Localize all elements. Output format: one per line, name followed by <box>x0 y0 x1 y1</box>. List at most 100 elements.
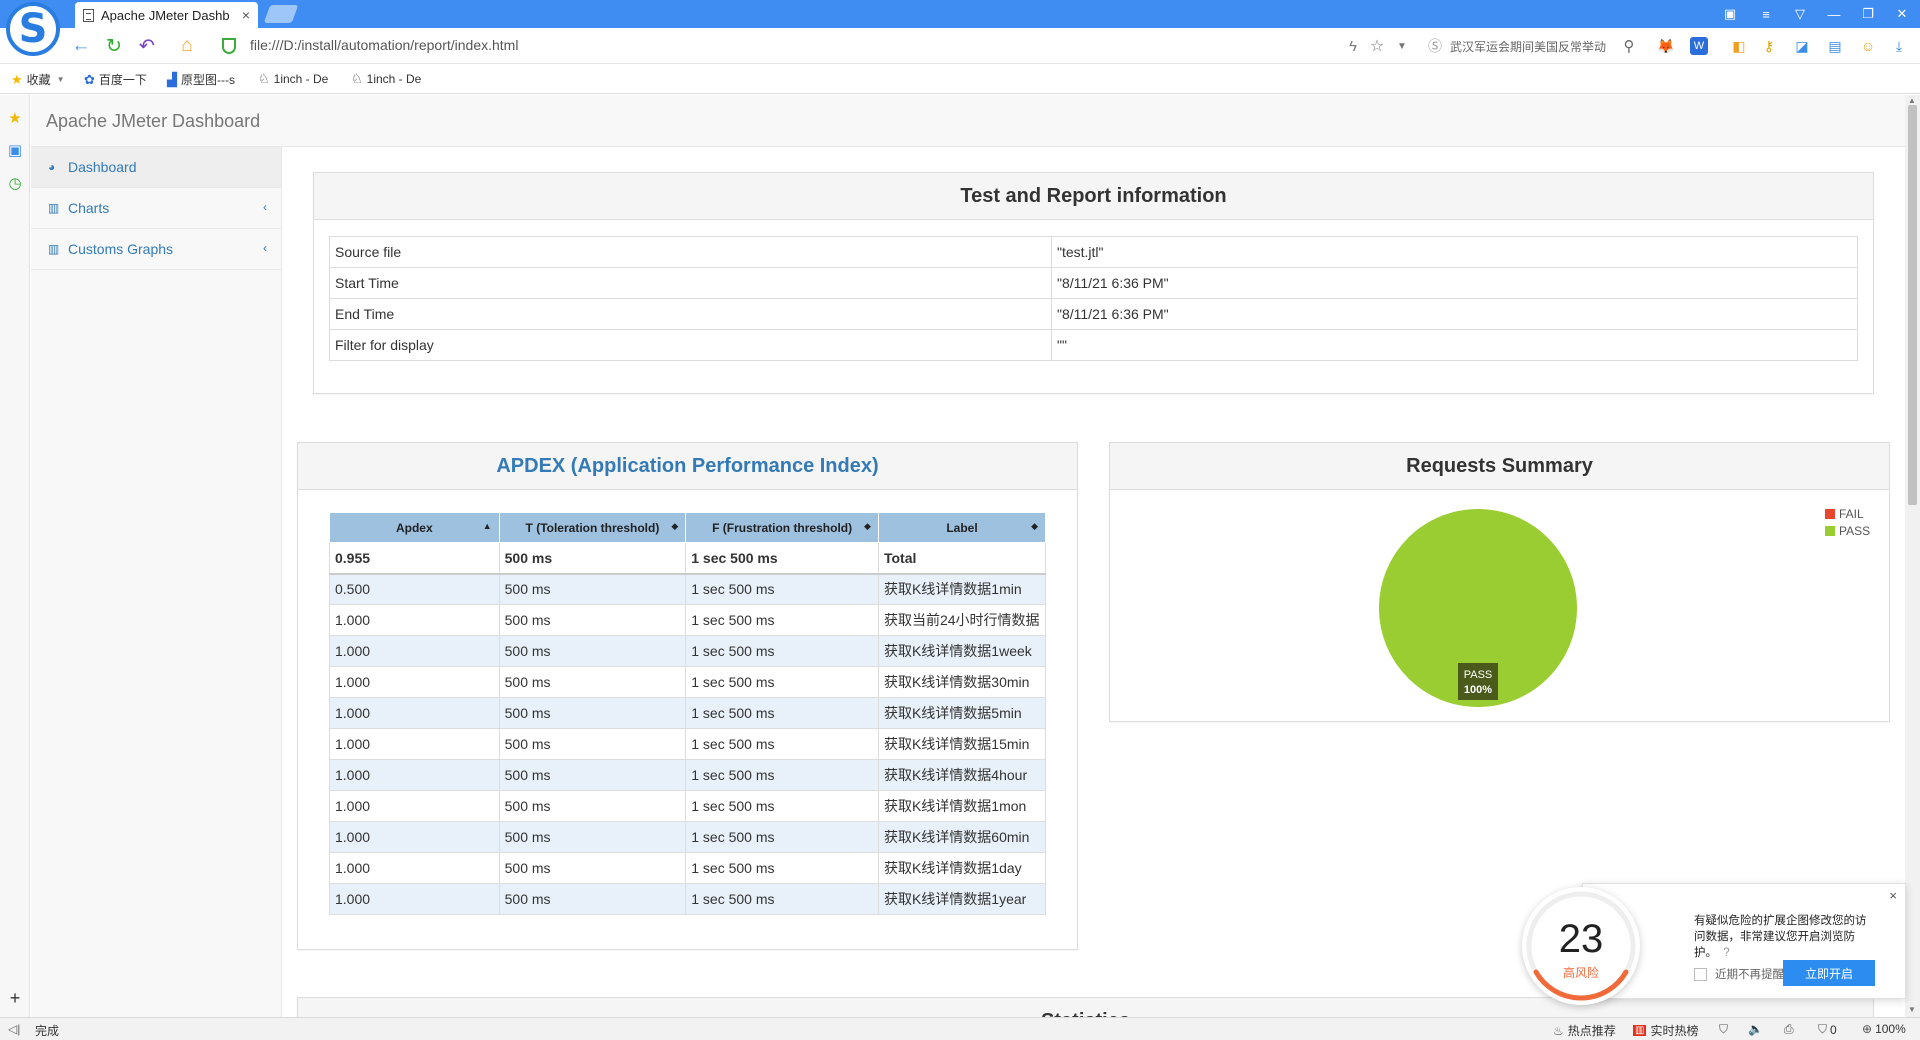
minimize-button[interactable]: — <box>1822 4 1846 24</box>
zoom-control[interactable]: ⊕ 100% <box>1862 1022 1906 1036</box>
scroll-down-icon[interactable]: ▼ <box>1908 1005 1916 1014</box>
toleration-value: 500 ms <box>499 604 687 636</box>
page-brand[interactable]: Apache JMeter Dashboard <box>46 111 260 132</box>
browser-logo[interactable]: S <box>6 2 60 56</box>
sidebar-item-charts[interactable]: ▥ Charts ‹ <box>31 188 281 229</box>
report-value: "test.jtl" <box>1051 236 1858 268</box>
frustration-column-header[interactable]: F (Frustration threshold) ◆ <box>685 512 879 543</box>
realtime-hot[interactable]: ▥ 实时热榜 <box>1633 1022 1698 1039</box>
frustration-value: 1 sec 500 ms <box>685 635 879 667</box>
reading-list-icon[interactable]: ▣ <box>7 142 23 159</box>
restore-button[interactable]: ❐ <box>1856 4 1880 24</box>
shield-status-icon[interactable]: ⛉ <box>1719 1022 1728 1037</box>
table-row: 1.000 500 ms 1 sec 500 ms 获取K线详情数据15min <box>329 728 1047 760</box>
dropdown-icon[interactable]: ▼ <box>1391 35 1413 57</box>
download-icon[interactable]: ⤓ <box>1890 37 1908 55</box>
zoom-level: 100% <box>1875 1022 1906 1036</box>
prototype-icon: ▟ <box>167 71 177 87</box>
sort-icon[interactable]: ◆ <box>671 521 678 532</box>
legend-label-fail[interactable]: FAIL <box>1839 507 1864 521</box>
screenshot-icon[interactable]: ▤ <box>1826 37 1844 55</box>
extension-icon[interactable]: ◧ <box>1730 37 1748 55</box>
scrollbar-thumb[interactable] <box>1908 105 1917 505</box>
bookmark-favorites[interactable]: ★ 收藏 ▼ <box>11 71 65 88</box>
add-icon[interactable]: + <box>7 988 23 1008</box>
sidebar-item-customs-graphs[interactable]: ▥ Customs Graphs ‹ <box>31 229 281 270</box>
table-row: 1.000 500 ms 1 sec 500 ms 获取K线详情数据1mon <box>329 790 1047 822</box>
tab-close-icon[interactable]: × <box>242 7 250 23</box>
sidebar-collapse-icon[interactable]: ◁| <box>8 1022 20 1036</box>
test-report-panel: Test and Report information Source file "… <box>313 172 1874 394</box>
chevron-left-icon: ‹ <box>263 200 267 214</box>
bookmark-1inch-2[interactable]: ♘ 1inch - De <box>351 71 421 87</box>
apdex-value: 1.000 <box>329 666 500 698</box>
frustration-value: 1 sec 500 ms <box>685 573 879 605</box>
help-icon[interactable]: ? <box>1723 947 1729 959</box>
back-icon[interactable]: ← <box>70 35 92 57</box>
skin-icon[interactable]: ▽ <box>1788 4 1812 24</box>
close-icon[interactable]: × <box>1889 888 1897 903</box>
toleration-column-header[interactable]: T (Toleration threshold) ◆ <box>498 512 687 543</box>
report-key: Source file <box>329 236 1052 268</box>
download-status[interactable]: ⛉ 0 <box>1818 1022 1837 1037</box>
hot-recommend[interactable]: ♨ 热点推荐 <box>1553 1022 1616 1039</box>
undo-icon[interactable]: ↶ <box>136 35 158 57</box>
table-row: 1.000 500 ms 1 sec 500 ms 获取当前24小时行情数据 <box>329 604 1047 636</box>
favorites-star-icon[interactable]: ★ <box>7 110 23 127</box>
apdex-column-header[interactable]: Apdex ▲ <box>329 512 500 543</box>
word-icon[interactable]: W <box>1690 37 1708 55</box>
enable-protection-button[interactable]: 立即开启 <box>1783 960 1875 986</box>
sort-icon[interactable]: ◆ <box>864 521 871 532</box>
browser-status-bar: ◁| 完成 ♨ 热点推荐 ▥ 实时热榜 ⛉ 🔈 ⎙ ⛉ 0 ⊕ 100% <box>0 1017 1920 1040</box>
speaker-icon[interactable]: 🔈 <box>1748 1022 1763 1036</box>
search-engine-icon[interactable]: Ⓢ <box>1424 35 1446 57</box>
checkbox-box[interactable] <box>1694 967 1707 981</box>
tab-title: Apache JMeter Dashb <box>101 7 230 23</box>
translate-icon[interactable]: ◪ <box>1793 37 1811 55</box>
scroll-up-icon[interactable]: ▲ <box>1908 96 1916 105</box>
sidebar-item-dashboard[interactable]: ◕ Dashboard <box>31 147 281 188</box>
bookmark-prototype[interactable]: ▟ 原型图---s <box>167 71 235 88</box>
favorite-star-icon[interactable]: ☆ <box>1366 35 1388 57</box>
screenshot-status-icon[interactable]: ⎙ <box>1784 1022 1794 1037</box>
chevron-down-icon: ▼ <box>56 75 65 84</box>
new-tab-button[interactable] <box>263 5 299 23</box>
sidebar-item-label: Charts <box>68 200 110 216</box>
sort-icon[interactable]: ◆ <box>1031 521 1038 532</box>
legend-label-pass[interactable]: PASS <box>1839 524 1870 538</box>
dont-remind-label: 近期不再提醒 <box>1715 969 1784 981</box>
browser-side-rail: ★ ▣ ◷ + <box>0 95 30 1017</box>
smiley-icon[interactable]: ☺ <box>1859 37 1877 55</box>
history-clock-icon[interactable]: ◷ <box>7 175 23 192</box>
sort-ascending-icon[interactable]: ▲ <box>483 521 492 531</box>
bookmark-baidu[interactable]: ✿ 百度一下 <box>84 71 147 88</box>
security-shield-icon[interactable] <box>222 38 236 54</box>
metamask-icon[interactable]: 🦊 <box>1657 37 1675 55</box>
test-report-table: Source file "test.jtl" Start Time "8/11/21 … <box>329 236 1858 361</box>
table-row: 1.000 500 ms 1 sec 500 ms 获取K线详情数据1year <box>329 883 1047 915</box>
table-row: 1.000 500 ms 1 sec 500 ms 获取K线详情数据4hour <box>329 759 1047 791</box>
url-input[interactable]: file:///D:/install/automation/report/ind… <box>250 37 518 53</box>
browser-tab[interactable]: Apache JMeter Dashb × <box>75 2 258 28</box>
frustration-value: 1 sec 500 ms <box>685 790 879 822</box>
menu-icon[interactable]: ≡ <box>1754 4 1778 24</box>
search-suggestion[interactable]: 武汉军运会期间美国反常举动 <box>1450 38 1615 55</box>
search-icon[interactable]: ⚲ <box>1618 35 1640 57</box>
label-column-header[interactable]: Label ◆ <box>877 512 1047 543</box>
sidebar-toggle-icon[interactable]: ▣ <box>1718 4 1742 24</box>
close-window-button[interactable]: ✕ <box>1890 4 1914 24</box>
toleration-value: 500 ms <box>499 852 687 884</box>
risk-message-text: 有疑似危险的扩展企图修改您的访问数据，非常建议您开启浏览防护。 <box>1694 915 1867 959</box>
key-icon[interactable]: ⚷ <box>1760 37 1778 55</box>
dont-remind-checkbox[interactable]: 近期不再提醒 <box>1694 966 1784 982</box>
report-key: End Time <box>329 298 1052 330</box>
frustration-value: 1 sec 500 ms <box>685 759 879 791</box>
frustration-value: 1 sec 500 ms <box>685 604 879 636</box>
lightning-icon[interactable]: ϟ <box>1342 35 1364 57</box>
page-scrollbar[interactable]: ▲ ▼ <box>1905 95 1920 1017</box>
frustration-value: 1 sec 500 ms <box>685 883 879 915</box>
home-icon[interactable]: ⌂ <box>176 35 198 57</box>
bookmark-1inch-1[interactable]: ♘ 1inch - De <box>258 71 328 87</box>
header-label: T (Toleration threshold) <box>525 520 660 535</box>
refresh-icon[interactable]: ↻ <box>103 35 125 57</box>
